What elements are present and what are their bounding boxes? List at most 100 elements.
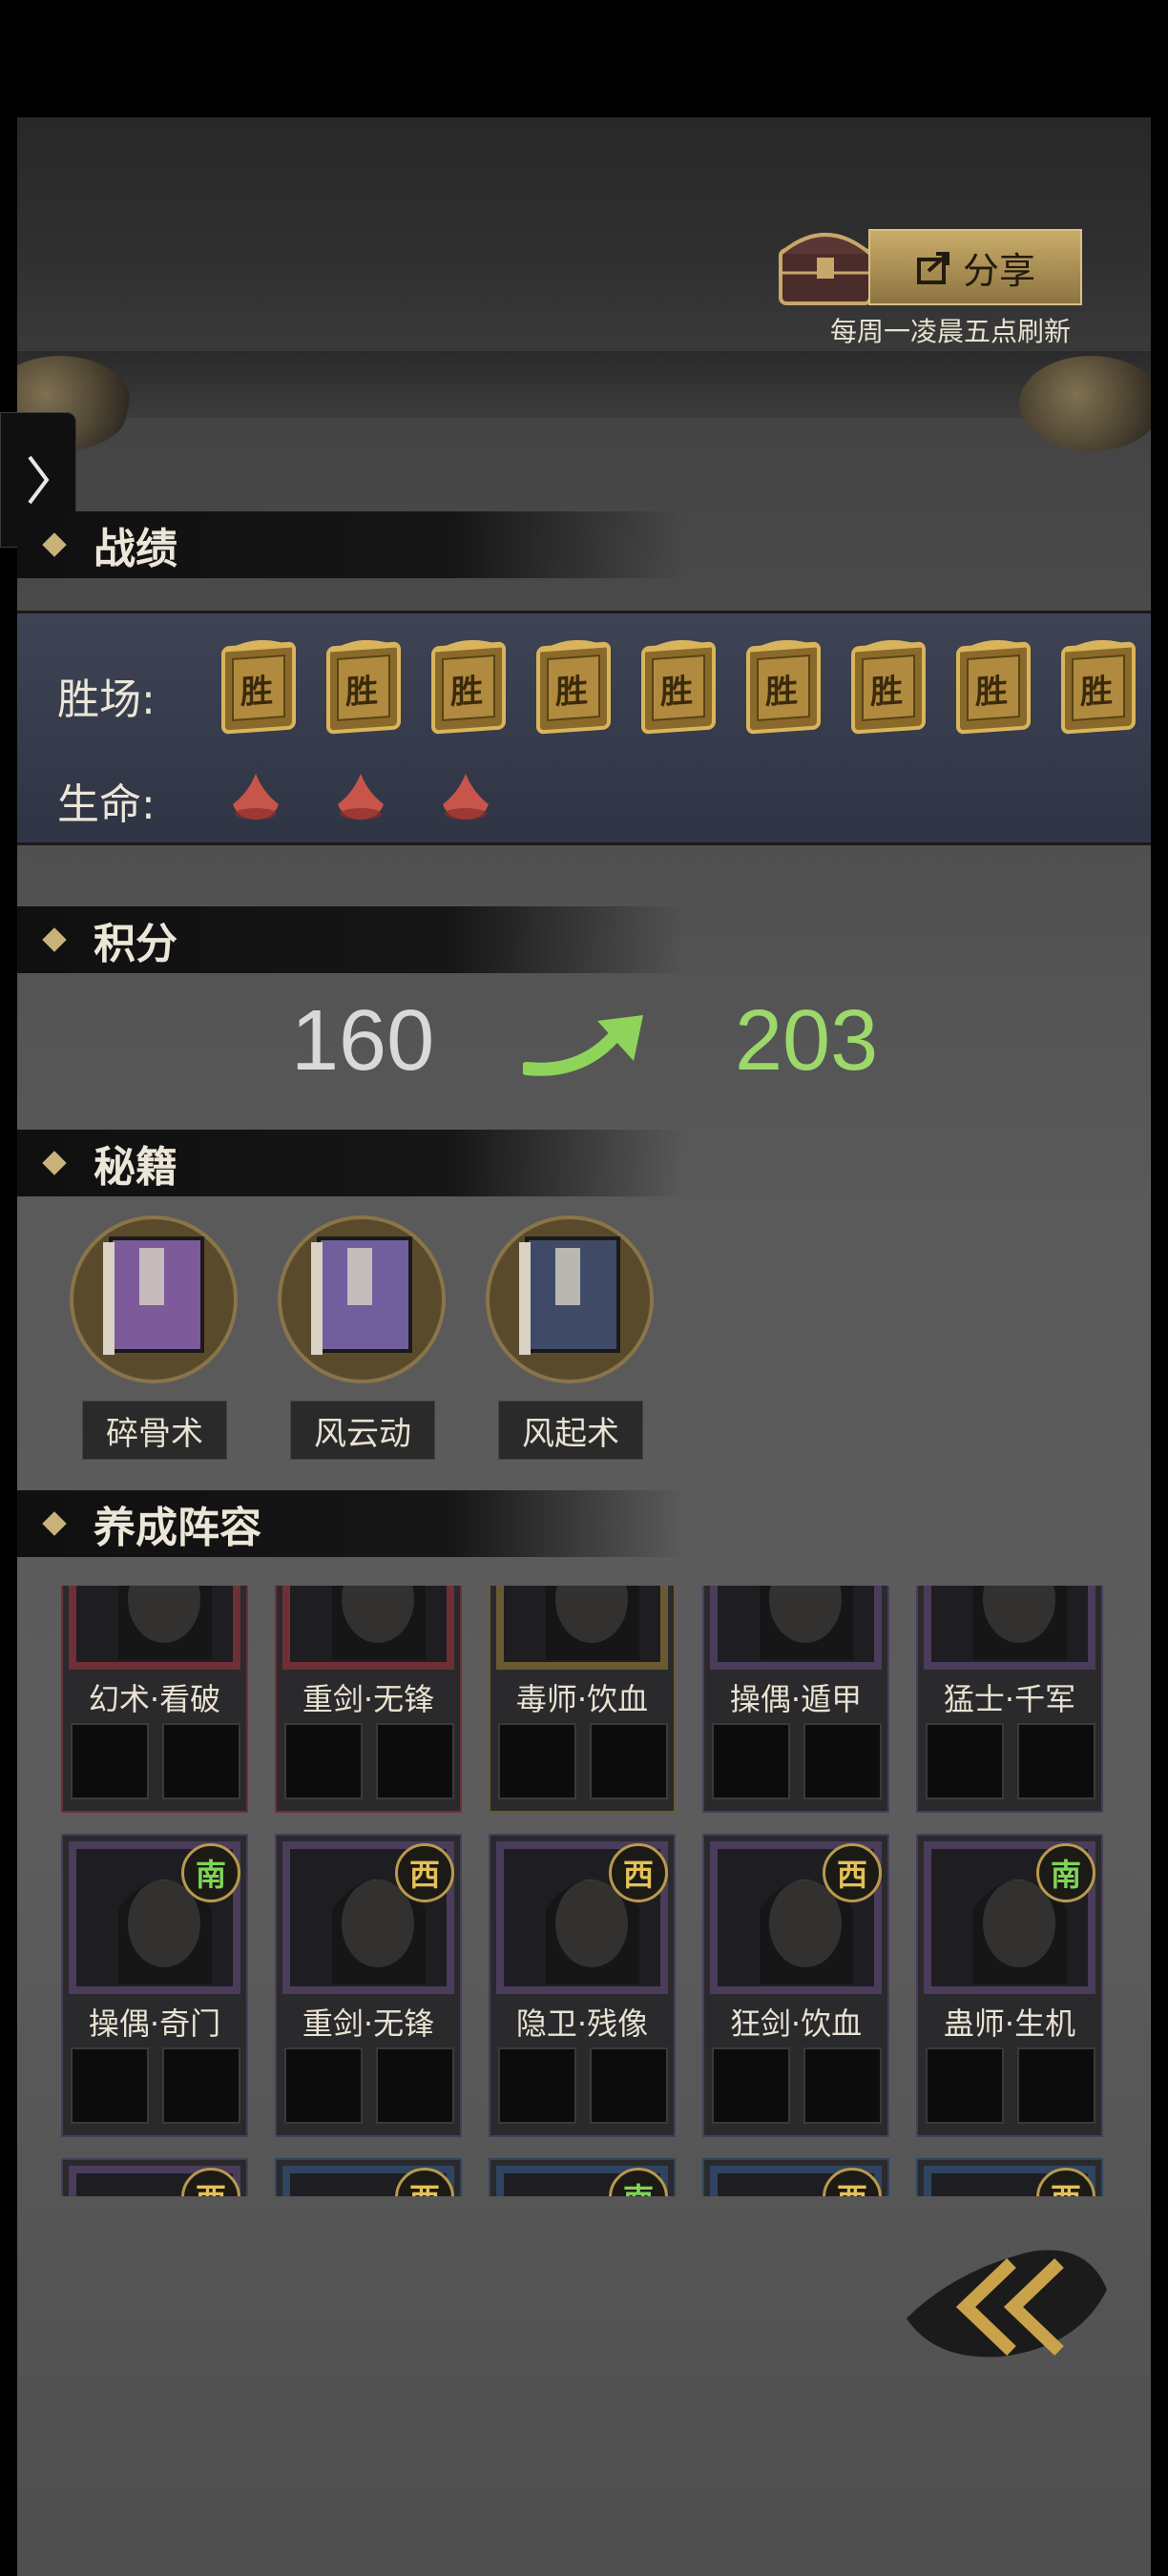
equipment-slot[interactable] bbox=[498, 1723, 576, 1799]
section-header-manuals: 秘籍 bbox=[17, 1130, 685, 1196]
win-badge-text: 胜 bbox=[1080, 671, 1113, 713]
hero-card[interactable]: 幻术·看破 bbox=[61, 1586, 248, 1813]
hero-name: 重剑·无锋 bbox=[302, 2005, 435, 2042]
equipment-slot[interactable] bbox=[71, 2047, 149, 2124]
win-badge-text: 胜 bbox=[240, 671, 273, 713]
equipment-slot[interactable] bbox=[712, 1723, 790, 1799]
equipment-slot[interactable] bbox=[803, 2047, 882, 2124]
score-after: 203 bbox=[735, 993, 879, 1089]
chevron-right-icon bbox=[28, 455, 50, 505]
hero-card[interactable]: 南 bbox=[489, 2158, 676, 2196]
hero-card[interactable]: 毒师·饮血 bbox=[489, 1586, 676, 1813]
lives-label: 生命: bbox=[57, 780, 156, 829]
win-badge-text: 胜 bbox=[765, 671, 798, 713]
win-badge-icon: 胜 bbox=[428, 634, 510, 738]
section-title: 秘籍 bbox=[94, 1143, 177, 1192]
hero-name: 蛊师·生机 bbox=[943, 2005, 1076, 2042]
win-badge-icon: 胜 bbox=[742, 634, 824, 738]
equipment-slot[interactable] bbox=[712, 2047, 790, 2124]
win-badge-text: 胜 bbox=[555, 671, 588, 713]
hero-card[interactable]: 西 bbox=[275, 2158, 462, 2196]
life-drop-icon bbox=[334, 772, 387, 821]
equipment-slot[interactable] bbox=[590, 1723, 668, 1799]
win-badge-text: 胜 bbox=[975, 671, 1008, 713]
win-badge-icon: 胜 bbox=[847, 634, 929, 738]
hero-card[interactable]: 猛士·千军 bbox=[916, 1586, 1103, 1813]
equipment-slot[interactable] bbox=[1017, 1723, 1095, 1799]
faction-badge: 西 bbox=[609, 1843, 668, 1902]
manual-item[interactable]: 风云动 bbox=[277, 1214, 447, 1460]
hero-name: 猛士·千军 bbox=[943, 1681, 1076, 1717]
lineup-grid: 幻术·看破 重剑·无锋 毒师·饮血 操偶·遁甲 猛士·千军南操偶·奇门西重剑·无锋西隐卫… bbox=[0, 1586, 1168, 2196]
section-header-lineup: 养成阵容 bbox=[17, 1490, 685, 1557]
increase-arrow-icon bbox=[523, 1015, 643, 1076]
win-badge-icon: 胜 bbox=[218, 634, 300, 738]
equipment-slot[interactable] bbox=[284, 1723, 363, 1799]
win-badge-text: 胜 bbox=[870, 671, 903, 713]
manual-name: 风起术 bbox=[498, 1401, 643, 1460]
manual-book-icon bbox=[278, 1215, 446, 1383]
manual-name: 碎骨术 bbox=[82, 1401, 227, 1460]
equipment-slot[interactable] bbox=[590, 2047, 668, 2124]
share-button-label: 分享 bbox=[962, 249, 1035, 292]
hero-name: 隐卫·残像 bbox=[515, 2005, 649, 2042]
section-header-score: 积分 bbox=[17, 906, 685, 973]
manual-item[interactable]: 碎骨术 bbox=[69, 1214, 239, 1460]
equipment-slot[interactable] bbox=[803, 1723, 882, 1799]
hero-portrait bbox=[924, 1586, 1095, 1670]
hero-card[interactable]: 南操偶·奇门 bbox=[61, 1834, 248, 2137]
equipment-slot[interactable] bbox=[71, 1723, 149, 1799]
section-header-record: 战绩 bbox=[17, 511, 685, 578]
faction-badge: 南 bbox=[1036, 1843, 1095, 1902]
back-button[interactable] bbox=[897, 2233, 1116, 2366]
manual-item[interactable]: 风起术 bbox=[485, 1214, 655, 1460]
win-badge-text: 胜 bbox=[660, 671, 693, 713]
life-drop-icon bbox=[229, 772, 282, 821]
hero-card[interactable]: 西 bbox=[702, 2158, 889, 2196]
hero-name: 操偶·奇门 bbox=[88, 2005, 221, 2042]
equipment-slot[interactable] bbox=[162, 1723, 240, 1799]
win-badge-text: 胜 bbox=[345, 671, 378, 713]
win-badge-icon: 胜 bbox=[637, 634, 720, 738]
hero-card[interactable]: 西 bbox=[61, 2158, 248, 2196]
equipment-slot[interactable] bbox=[376, 2047, 454, 2124]
score-before: 160 bbox=[291, 993, 435, 1089]
equipment-slot[interactable] bbox=[498, 2047, 576, 2124]
equipment-slot[interactable] bbox=[926, 1723, 1004, 1799]
refresh-note: 每周一凌晨五点刷新 bbox=[830, 316, 1072, 347]
equipment-slot[interactable] bbox=[376, 1723, 454, 1799]
hero-name: 狂剑·饮血 bbox=[729, 2005, 863, 2042]
hero-card[interactable]: 南蛊师·生机 bbox=[916, 1834, 1103, 2137]
equipment-slot[interactable] bbox=[1017, 2047, 1095, 2124]
faction-badge: 南 bbox=[181, 1843, 240, 1902]
section-title: 养成阵容 bbox=[94, 1504, 261, 1552]
section-title: 积分 bbox=[94, 920, 177, 968]
section-title: 战绩 bbox=[94, 525, 177, 573]
hero-card[interactable]: 西 bbox=[916, 2158, 1103, 2196]
diamond-icon bbox=[42, 532, 67, 557]
hero-card[interactable]: 西重剑·无锋 bbox=[275, 1834, 462, 2137]
share-area: 分享 bbox=[773, 216, 1088, 311]
win-badge-text: 胜 bbox=[450, 671, 483, 713]
share-icon bbox=[916, 252, 949, 284]
hero-portrait bbox=[282, 1586, 454, 1670]
share-button[interactable]: 分享 bbox=[868, 229, 1082, 305]
equipment-slot[interactable] bbox=[162, 2047, 240, 2124]
equipment-slot[interactable] bbox=[926, 2047, 1004, 2124]
faction-badge: 西 bbox=[395, 1843, 454, 1902]
hero-card[interactable]: 操偶·遁甲 bbox=[702, 1586, 889, 1813]
treasure-chest-icon bbox=[779, 233, 872, 305]
manual-name: 风云动 bbox=[290, 1401, 435, 1460]
diamond-icon bbox=[42, 1151, 67, 1175]
hero-portrait bbox=[496, 1586, 668, 1670]
win-badge-icon: 胜 bbox=[532, 634, 615, 738]
hero-name: 重剑·无锋 bbox=[302, 1681, 435, 1717]
record-panel: 胜场: 生命: 胜 胜 胜 胜 胜 胜 胜 胜 胜 bbox=[17, 611, 1151, 845]
hero-card[interactable]: 重剑·无锋 bbox=[275, 1586, 462, 1813]
hero-name: 操偶·遁甲 bbox=[729, 1681, 863, 1717]
equipment-slot[interactable] bbox=[284, 2047, 363, 2124]
hero-card[interactable]: 西隐卫·残像 bbox=[489, 1834, 676, 2137]
lineup-scroll-area[interactable]: 幻术·看破 重剑·无锋 毒师·饮血 操偶·遁甲 猛士·千军南操偶·奇门西重剑·无锋西隐卫… bbox=[0, 1586, 1168, 2196]
hero-card[interactable]: 西狂剑·饮血 bbox=[702, 1834, 889, 2137]
diamond-icon bbox=[42, 927, 67, 952]
